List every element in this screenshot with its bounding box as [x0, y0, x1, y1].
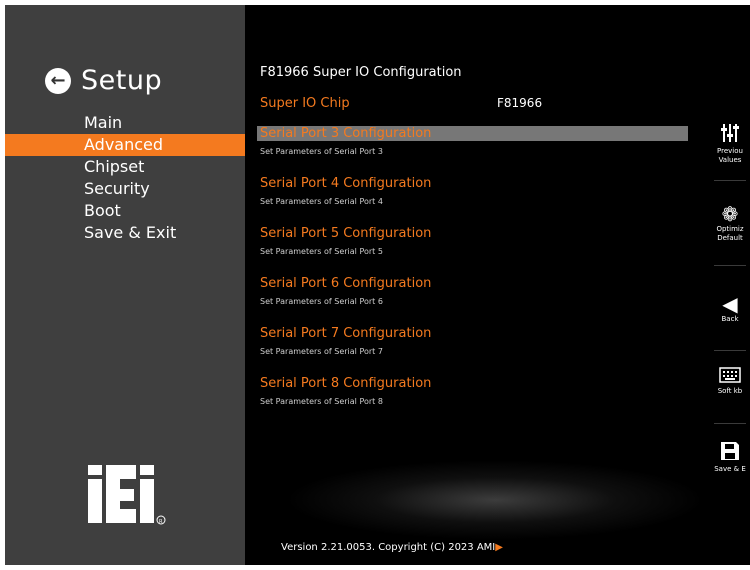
- version-label: Version 2.21.0053. Copyright (C) 2023 AM…: [281, 542, 496, 553]
- button-label: Soft kb: [717, 387, 743, 395]
- sidebar: ← Setup Main Advanced Chipset Security B…: [5, 5, 245, 565]
- optimized-defaults-button[interactable]: ❁ Optimiz Default: [710, 203, 750, 243]
- back-arrow-icon[interactable]: ←: [45, 67, 71, 94]
- divider: [714, 350, 746, 351]
- entry-title[interactable]: Serial Port 5 Configuration: [260, 226, 431, 241]
- sidebar-item-boot[interactable]: Boot: [5, 200, 245, 222]
- menu-entry-serial-port-6[interactable]: Serial Port 6 Configuration Set Paramete…: [260, 276, 431, 306]
- mouse-cursor-icon: ▶: [495, 542, 503, 553]
- entry-description: Set Parameters of Serial Port 8: [260, 397, 383, 406]
- button-label: Back: [721, 315, 739, 323]
- entry-description: Set Parameters of Serial Port 6: [260, 297, 383, 306]
- button-label: Optimiz: [716, 225, 744, 233]
- divider: [714, 423, 746, 424]
- iei-logo: R: [88, 465, 166, 525]
- sidebar-item-security[interactable]: Security: [5, 178, 245, 200]
- previous-values-button[interactable]: Previou Values: [710, 123, 750, 165]
- button-label: Previou: [717, 147, 743, 155]
- button-label: Save & E: [714, 465, 746, 473]
- main-panel: F81966 Super IO Configuration Super IO C…: [245, 5, 710, 565]
- setup-title: Setup: [81, 65, 163, 96]
- entry-description: Set Parameters of Serial Port 4: [260, 197, 383, 206]
- floppy-icon: [721, 442, 739, 460]
- action-bar: Previou Values ❁ Optimiz Default ◀ Back …: [710, 5, 750, 565]
- divider: [714, 265, 746, 266]
- button-label: Default: [717, 234, 743, 242]
- entry-description: Set Parameters of Serial Port 5: [260, 247, 383, 256]
- menu-entry-serial-port-4[interactable]: Serial Port 4 Configuration Set Paramete…: [260, 176, 431, 206]
- back-triangle-icon: ◀: [722, 292, 738, 316]
- keyboard-icon: [719, 367, 741, 383]
- sidebar-item-advanced[interactable]: Advanced: [5, 134, 245, 156]
- save-exit-button[interactable]: Save & E: [710, 441, 750, 474]
- svg-text:R: R: [159, 519, 163, 525]
- menu-entry-serial-port-7[interactable]: Serial Port 7 Configuration Set Paramete…: [260, 326, 431, 356]
- bios-frame: ← Setup Main Advanced Chipset Security B…: [0, 0, 750, 570]
- back-button[interactable]: ◀ Back: [710, 293, 750, 324]
- entry-title[interactable]: Serial Port 8 Configuration: [260, 376, 431, 391]
- sidebar-item-main[interactable]: Main: [5, 112, 245, 134]
- version-text: Version 2.21.0053. Copyright (C) 2023 AM…: [281, 542, 503, 553]
- entry-title[interactable]: Serial Port 7 Configuration: [260, 326, 431, 341]
- divider: [714, 180, 746, 181]
- menu-entry-serial-port-8[interactable]: Serial Port 8 Configuration Set Paramete…: [260, 376, 431, 406]
- soft-keyboard-button[interactable]: Soft kb: [710, 367, 750, 396]
- sidebar-menu: Main Advanced Chipset Security Boot Save…: [5, 112, 245, 244]
- gear-icon: ❁: [721, 202, 739, 226]
- button-label: Values: [718, 156, 742, 164]
- super-io-chip-label: Super IO Chip: [260, 96, 350, 111]
- sidebar-item-chipset[interactable]: Chipset: [5, 156, 245, 178]
- section-title: F81966 Super IO Configuration: [260, 65, 462, 80]
- menu-entry-serial-port-3[interactable]: Serial Port 3 Configuration Set Paramete…: [257, 126, 688, 156]
- entry-title[interactable]: Serial Port 6 Configuration: [260, 276, 431, 291]
- menu-entry-serial-port-5[interactable]: Serial Port 5 Configuration Set Paramete…: [260, 226, 431, 256]
- setup-header: ← Setup: [45, 65, 162, 96]
- entry-description: Set Parameters of Serial Port 3: [260, 147, 383, 156]
- entry-title[interactable]: Serial Port 4 Configuration: [260, 176, 431, 191]
- footer-glow: [285, 460, 705, 540]
- sidebar-item-save-exit[interactable]: Save & Exit: [5, 222, 245, 244]
- entry-description: Set Parameters of Serial Port 7: [260, 347, 383, 356]
- super-io-chip-value: F81966: [497, 96, 543, 110]
- sliders-icon: [721, 124, 739, 142]
- entry-title[interactable]: Serial Port 3 Configuration: [257, 126, 688, 141]
